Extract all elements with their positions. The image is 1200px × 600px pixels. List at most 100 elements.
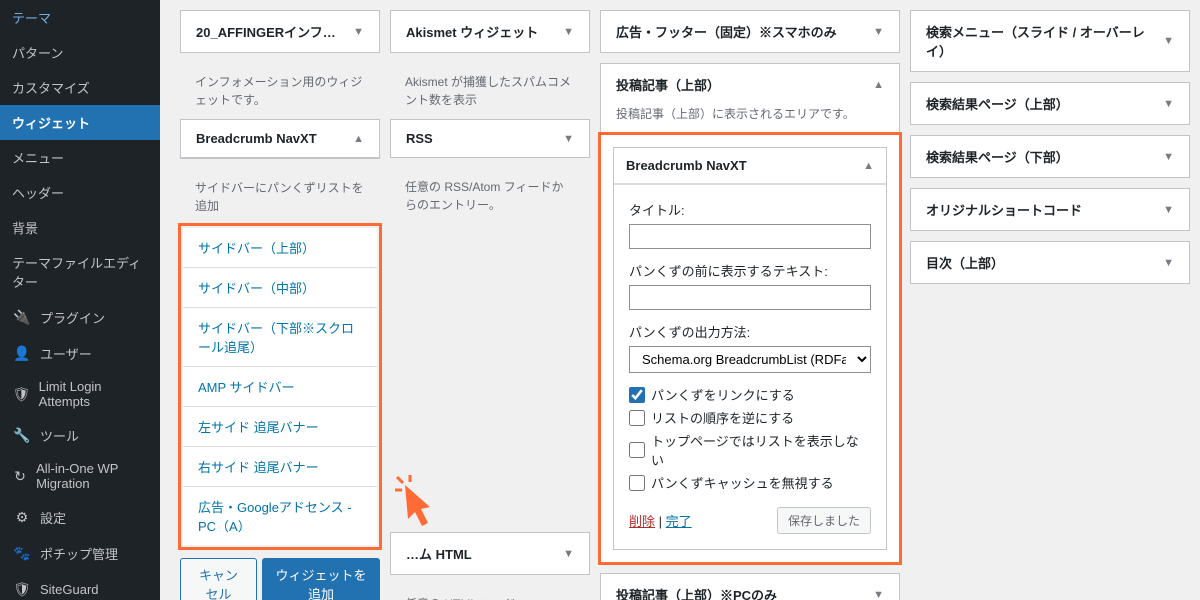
sidebar-item-label: カスタマイズ <box>12 78 90 97</box>
area-right-1[interactable]: 検索結果ページ（上部）▼ <box>910 82 1190 125</box>
chevron-down-icon: ▼ <box>563 548 574 560</box>
cancel-button[interactable]: キャンセル <box>180 558 257 600</box>
dropdown-item-1[interactable]: サイドバー（中部） <box>183 267 377 307</box>
widget-affinger[interactable]: 20_AFFINGERインフ… ▼ <box>180 10 380 53</box>
checkbox-3[interactable] <box>629 475 645 491</box>
title-input[interactable] <box>629 224 871 249</box>
check-row-2: トップページではリストを表示しない <box>629 431 871 469</box>
menu-icon: 🔌 <box>12 307 32 327</box>
delete-link[interactable]: 削除 <box>629 511 655 530</box>
widget-akismet[interactable]: Akismet ウィジェット▼ <box>390 10 590 53</box>
area-label: 検索結果ページ（上部） <box>926 94 1069 113</box>
checkbox-2[interactable] <box>629 442 645 458</box>
sidebar-item-11[interactable]: 🔧 ツール <box>0 417 160 453</box>
sidebar-item-label: SiteGuard <box>40 582 99 597</box>
pretext-input[interactable] <box>629 285 871 310</box>
menu-icon: 🐾 <box>12 543 32 563</box>
area-right-4[interactable]: 目次（上部）▼ <box>910 241 1190 284</box>
widget-rss[interactable]: RSS▼ <box>390 119 590 158</box>
area-desc: 投稿記事（上部）に表示されるエリアです。 <box>601 105 899 132</box>
widget-custom-html[interactable]: …ム HTML▼ <box>390 532 590 575</box>
sidebar-item-12[interactable]: ↻ All-in-One WP Migration <box>0 453 160 499</box>
widget-desc: Akismet が捕獲したスパムコメント数を表示 <box>390 63 590 119</box>
dropdown-item-6[interactable]: 広告・Googleアドセンス - PC（A） <box>183 486 377 545</box>
sidebar-item-4[interactable]: メニュー <box>0 140 160 175</box>
area-ad-footer[interactable]: 広告・フッター（固定）※スマホのみ ▼ <box>600 10 900 53</box>
sidebar-item-label: メニュー <box>12 148 64 167</box>
widget-title: RSS <box>406 131 433 146</box>
widget-breadcrumb-navxt[interactable]: Breadcrumb NavXT ▲ <box>180 119 380 159</box>
menu-icon: 🔧 <box>12 425 32 445</box>
checkbox-label: リストの順序を逆にする <box>651 408 794 427</box>
area-label: 投稿記事（上部）※PCのみ <box>616 585 777 600</box>
check-row-3: パンくずキャッシュを無視する <box>629 473 871 492</box>
sidebar-item-5[interactable]: ヘッダー <box>0 175 160 210</box>
sidebar-item-label: ユーザー <box>40 344 92 363</box>
menu-icon: ⚙ <box>12 507 32 527</box>
area-right-2[interactable]: 検索結果ページ（下部）▼ <box>910 135 1190 178</box>
sidebar-item-label: ヘッダー <box>12 183 64 202</box>
checkbox-label: トップページではリストを表示しない <box>651 431 871 469</box>
sidebar-item-9[interactable]: 👤 ユーザー <box>0 335 160 371</box>
checkbox-1[interactable] <box>629 410 645 426</box>
chevron-up-icon: ▲ <box>353 133 364 145</box>
done-link[interactable]: 完了 <box>666 511 692 530</box>
sidebar-item-10[interactable]: 🛡 Limit Login Attempts <box>0 371 160 417</box>
menu-icon: 🛡 <box>12 384 31 404</box>
dropdown-item-4[interactable]: 左サイド 追尾バナー <box>183 406 377 446</box>
saved-button[interactable]: 保存しました <box>777 507 871 534</box>
chevron-down-icon: ▼ <box>353 26 364 38</box>
sidebar-item-label: パターン <box>12 43 63 62</box>
sidebar-area-dropdown: サイドバー（上部）サイドバー（中部）サイドバー（下部※スクロール追尾）AMP サ… <box>183 228 377 545</box>
area-right-3[interactable]: オリジナルショートコード▼ <box>910 188 1190 231</box>
dropdown-item-2[interactable]: サイドバー（下部※スクロール追尾） <box>183 307 377 366</box>
area-post-top-pc[interactable]: 投稿記事（上部）※PCのみ▼ <box>600 573 900 600</box>
sidebar-item-14[interactable]: 🐾 ポチップ管理 <box>0 535 160 571</box>
pretext-label: パンくずの前に表示するテキスト: <box>629 261 871 280</box>
target-areas-col2: 検索メニュー（スライド / オーバーレイ）▼検索結果ページ（上部）▼検索結果ペー… <box>910 10 1190 590</box>
chevron-down-icon: ▼ <box>1163 35 1174 47</box>
sidebar-item-2[interactable]: カスタマイズ <box>0 70 160 105</box>
sidebar-item-label: All-in-One WP Migration <box>36 461 148 491</box>
check-row-0: パンくずをリンクにする <box>629 385 871 404</box>
sidebar-item-7[interactable]: テーマファイルエディター <box>0 245 160 299</box>
widget-settings-highlight: Breadcrumb NavXT▲ タイトル: パンくずの前に表示するテキスト:… <box>598 132 902 565</box>
checkbox-label: パンくずをリンクにする <box>651 385 795 404</box>
dropdown-item-5[interactable]: 右サイド 追尾バナー <box>183 446 377 486</box>
pointer-cursor-annotation <box>395 475 455 538</box>
checkbox-0[interactable] <box>629 387 645 403</box>
chevron-down-icon: ▼ <box>563 26 574 38</box>
area-label: 広告・フッター（固定）※スマホのみ <box>616 22 837 41</box>
chevron-down-icon: ▼ <box>1163 151 1174 163</box>
sidebar-item-label: ツール <box>40 426 79 445</box>
available-widgets-col1: 20_AFFINGERインフ…▼ インフォメーション用のウィジェットです。 Br… <box>180 10 380 590</box>
output-label: パンくずの出力方法: <box>629 322 871 341</box>
sidebar-item-label: テーマ <box>12 8 51 27</box>
dropdown-item-3[interactable]: AMP サイドバー <box>183 366 377 406</box>
title-label: タイトル: <box>629 200 871 219</box>
sidebar-item-label: ポチップ管理 <box>40 544 118 563</box>
sidebar-item-6[interactable]: 背景 <box>0 210 160 245</box>
target-areas-col1: 広告・フッター（固定）※スマホのみ ▼ 投稿記事（上部）▲ 投稿記事（上部）に表示… <box>600 10 900 590</box>
widget-title: 20_AFFINGERインフ… <box>196 22 336 41</box>
sidebar-item-3[interactable]: ウィジェット <box>0 105 160 140</box>
chevron-down-icon: ▼ <box>873 26 884 38</box>
sidebar-item-label: Limit Login Attempts <box>39 379 148 409</box>
output-select[interactable]: Schema.org BreadcrumbList (RDFa) <box>629 346 871 373</box>
widget-title: Breadcrumb NavXT <box>196 131 317 146</box>
menu-icon: ↻ <box>12 466 28 486</box>
menu-icon: 👤 <box>12 343 32 363</box>
sidebar-item-15[interactable]: 🛡SiteGuard <box>0 571 160 600</box>
nested-widget-breadcrumb: Breadcrumb NavXT▲ タイトル: パンくずの前に表示するテキスト:… <box>613 147 887 550</box>
sidebar-item-label: ウィジェット <box>12 113 90 132</box>
area-right-0[interactable]: 検索メニュー（スライド / オーバーレイ）▼ <box>910 10 1190 72</box>
dropdown-item-0[interactable]: サイドバー（上部） <box>183 228 377 267</box>
sidebar-item-13[interactable]: ⚙設定 <box>0 499 160 535</box>
add-widget-button[interactable]: ウィジェットを追加 <box>262 558 380 600</box>
area-label: 投稿記事（上部） <box>616 75 720 94</box>
sidebar-item-8[interactable]: 🔌プラグイン <box>0 299 160 335</box>
area-post-top: 投稿記事（上部）▲ 投稿記事（上部）に表示されるエリアです。 Breadcrum… <box>600 63 900 563</box>
sidebar-item-0[interactable]: テーマ <box>0 0 160 35</box>
sidebar-item-1[interactable]: パターン <box>0 35 160 70</box>
chevron-down-icon: ▼ <box>1163 204 1174 216</box>
